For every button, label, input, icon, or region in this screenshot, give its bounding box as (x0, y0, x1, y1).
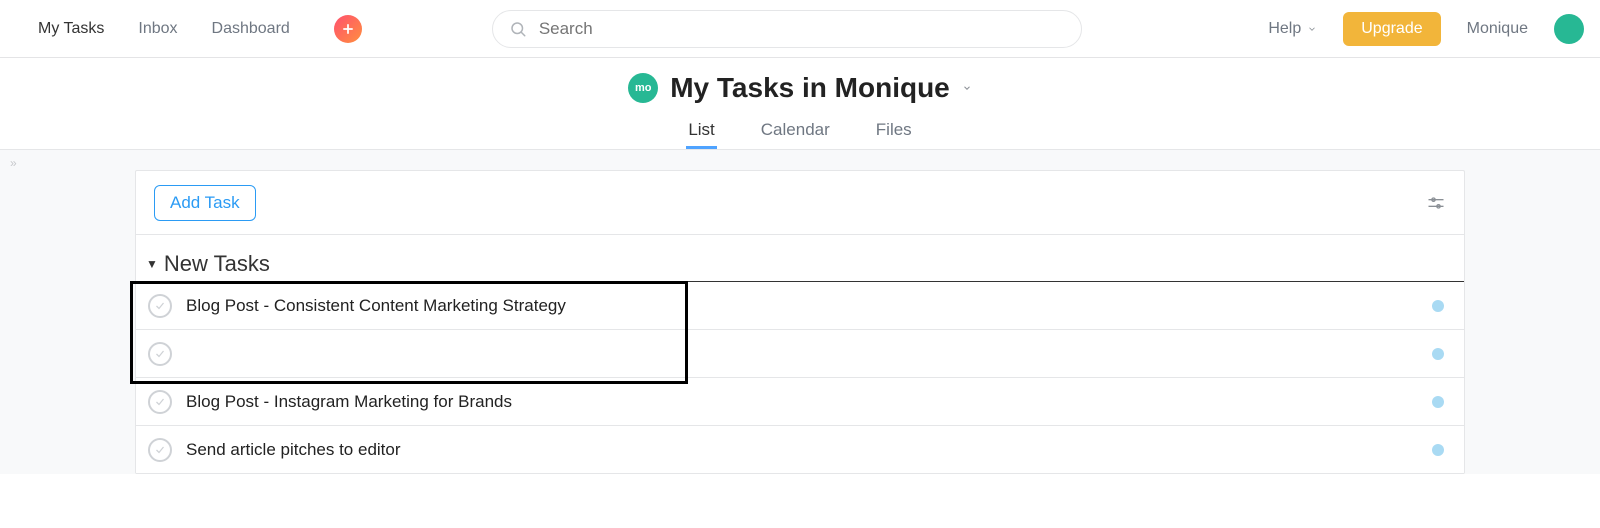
upgrade-button[interactable]: Upgrade (1343, 12, 1440, 46)
chevron-down-icon[interactable] (962, 83, 972, 93)
task-row[interactable]: Blog Post - Consistent Content Marketing… (136, 282, 1464, 330)
search-field[interactable] (492, 10, 1082, 48)
workspace-avatar: mo (628, 73, 658, 103)
complete-checkbox[interactable] (148, 294, 172, 318)
project-dot-icon (1432, 300, 1444, 312)
section-header[interactable]: ▼ New Tasks (136, 235, 1464, 282)
check-icon (154, 444, 166, 456)
task-row[interactable]: Send article pitches to editor (136, 426, 1464, 474)
task-panel: Add Task ▼ New Tasks Blog Post - Consist… (135, 170, 1465, 474)
add-task-button[interactable]: Add Task (154, 185, 256, 221)
project-dot-icon (1432, 396, 1444, 408)
task-title: Blog Post - Consistent Content Marketing… (186, 296, 566, 316)
sidebar-expand-handle[interactable]: » (10, 156, 17, 170)
tab-files[interactable]: Files (874, 114, 914, 149)
panel-toolbar: Add Task (136, 171, 1464, 235)
canvas: Add Task ▼ New Tasks Blog Post - Consist… (0, 150, 1600, 474)
search-icon (509, 20, 527, 38)
help-label: Help (1268, 20, 1301, 38)
quick-add-button[interactable] (334, 15, 362, 43)
check-icon (154, 396, 166, 408)
search-wrap (492, 10, 1082, 48)
nav-dashboard[interactable]: Dashboard (212, 20, 290, 38)
project-dot-icon (1432, 444, 1444, 456)
view-tabs: List Calendar Files (0, 110, 1600, 149)
check-icon (154, 348, 166, 360)
project-dot-icon (1432, 348, 1444, 360)
tab-calendar[interactable]: Calendar (759, 114, 832, 149)
annotation-highlight: Blog Post - Consistent Content Marketing… (136, 282, 1464, 378)
username-label[interactable]: Monique (1467, 20, 1528, 38)
help-menu[interactable]: Help (1268, 20, 1317, 38)
task-title: Blog Post - Instagram Marketing for Bran… (186, 392, 512, 412)
topbar: My Tasks Inbox Dashboard Help Upgrade Mo… (0, 0, 1600, 58)
tab-list[interactable]: List (686, 114, 716, 149)
page-header: mo My Tasks in Monique List Calendar Fil… (0, 58, 1600, 150)
plus-icon (341, 22, 355, 36)
filter-icon[interactable] (1426, 193, 1446, 213)
task-title: Send article pitches to editor (186, 440, 401, 460)
nav-right: Help Upgrade Monique (1268, 12, 1560, 46)
complete-checkbox[interactable] (148, 438, 172, 462)
nav-my-tasks[interactable]: My Tasks (38, 20, 104, 38)
check-icon (154, 300, 166, 312)
page-title[interactable]: My Tasks in Monique (670, 72, 950, 104)
chevron-down-icon (1307, 24, 1317, 34)
title-row: mo My Tasks in Monique (0, 58, 1600, 110)
task-row[interactable]: Blog Post - Instagram Marketing for Bran… (136, 378, 1464, 426)
user-avatar[interactable] (1554, 14, 1584, 44)
complete-checkbox[interactable] (148, 342, 172, 366)
section-name: New Tasks (164, 251, 270, 277)
task-row[interactable] (136, 330, 1464, 378)
nav-left: My Tasks Inbox Dashboard (38, 15, 362, 43)
search-input[interactable] (537, 18, 1065, 40)
collapse-caret-icon: ▼ (146, 258, 158, 270)
complete-checkbox[interactable] (148, 390, 172, 414)
nav-inbox[interactable]: Inbox (138, 20, 177, 38)
